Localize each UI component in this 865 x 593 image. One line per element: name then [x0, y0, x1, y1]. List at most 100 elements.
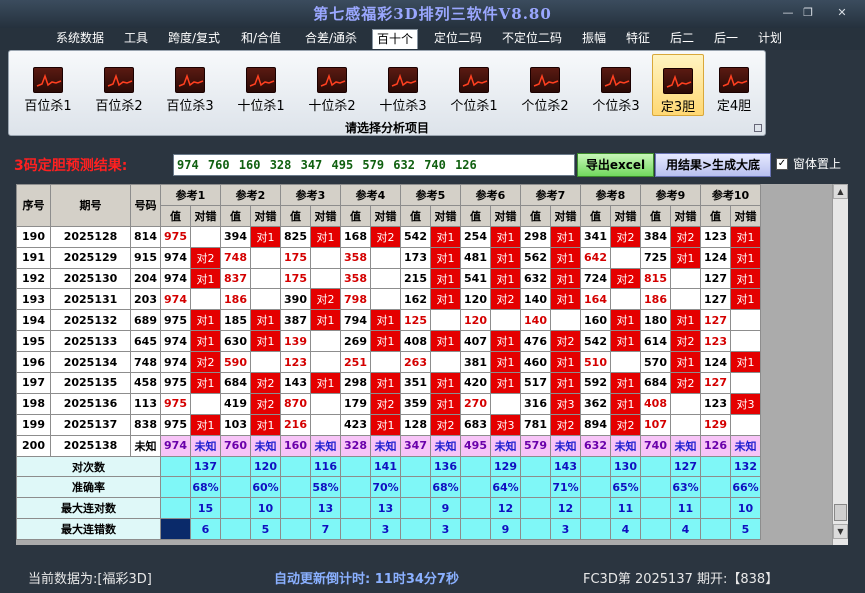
row-seq: 194 [16, 309, 51, 332]
ref-value: 126 [700, 434, 731, 457]
summary-value: 66% [730, 476, 761, 499]
ref-value: 127 [700, 267, 731, 290]
summary-value: 5 [250, 518, 281, 541]
table-row[interactable]: 199 2025137 838 975 对1 103 对1 216 423 对1 128 对2 683 对… [16, 413, 761, 436]
menu-item[interactable]: 不定位二码 [497, 29, 567, 49]
ref-check [730, 372, 761, 394]
ribbon-button[interactable]: 百位杀1 [15, 54, 81, 116]
export-excel-button[interactable]: 导出excel [577, 153, 654, 177]
menu-item[interactable]: 后一 [710, 29, 742, 49]
menu-item[interactable]: 跨度/复式 [163, 29, 225, 49]
row-period: 2025136 [50, 392, 131, 415]
ref-status: 未知 [610, 434, 641, 457]
summary-value: 65% [610, 476, 641, 499]
summary-value: 70% [370, 476, 401, 499]
table-row[interactable]: 193 2025131 203 974 186 390 对2 798 162 对1 120 对2 140… [16, 288, 761, 311]
generate-base-button[interactable]: 用结果>生成大底 [655, 153, 771, 177]
summary-blank [280, 455, 311, 478]
restore-icon[interactable]: ❐ [796, 5, 820, 21]
header-check: 对错 [190, 204, 221, 227]
summary-value: 60% [250, 476, 281, 499]
summary-blank [400, 518, 431, 541]
row-seq: 199 [16, 413, 51, 436]
scroll-down-icon[interactable]: ▼ [833, 524, 848, 539]
window-on-top-checkbox[interactable]: ✓ 窗体置上 [776, 155, 841, 172]
header-code: 号码 [130, 184, 161, 227]
summary-blank [640, 518, 671, 541]
menu-item[interactable]: 合差/通杀 [300, 29, 362, 49]
table-row[interactable]: 190 2025128 814 975 394 对1 825 对1 168 对2 542 对1 254 对… [16, 225, 761, 248]
ribbon-button[interactable]: 定4胆 [707, 54, 761, 116]
ref-value: 974 [160, 267, 191, 290]
ribbon-button[interactable]: 个位杀2 [512, 54, 578, 116]
menu-item[interactable]: 计划 [754, 29, 786, 49]
ribbon-button[interactable]: 十位杀2 [299, 54, 365, 116]
ref-status: 未知 [730, 434, 761, 457]
ref-value: 124 [700, 351, 731, 374]
current-row[interactable]: 200 2025138 未知 974 未知 760 未知 160 未知 328 未知 347 未知 495… [16, 434, 761, 457]
scroll-up-icon[interactable]: ▲ [833, 184, 848, 199]
ribbon-button[interactable]: 个位杀1 [441, 54, 507, 116]
table-row[interactable]: 192 2025130 204 974 对1 837 175 358 215 对1 541 对1 632… [16, 267, 761, 290]
close-icon[interactable]: ✕ [830, 5, 854, 21]
table-row[interactable]: 191 2025129 915 974 对2 748 175 358 173 对1 481 对1 562… [16, 246, 761, 269]
menu-item[interactable]: 百十个 [372, 29, 418, 49]
summary-blank [220, 497, 251, 520]
prediction-result-field[interactable]: 974 760 160 328 347 495 579 632 740 126 [173, 154, 575, 176]
ref-check: 对1 [490, 225, 521, 248]
ref-check: 对1 [610, 309, 641, 332]
checkbox-check-icon[interactable]: ✓ [776, 157, 788, 170]
ref-check: 对3 [550, 392, 581, 415]
ref-check: 对1 [550, 246, 581, 269]
summary-blank [340, 497, 371, 520]
menu-item[interactable]: 定位二码 [430, 29, 486, 49]
table-row[interactable]: 195 2025133 645 974 对1 630 对1 139 269 对1 408 对1 407 对… [16, 330, 761, 353]
menu-item[interactable]: 和/合值 [237, 29, 285, 49]
ribbon-button[interactable]: 百位杀2 [86, 54, 152, 116]
row-code: 203 [130, 288, 161, 311]
ref-check: 对1 [310, 372, 341, 394]
ref-value: 870 [280, 392, 311, 415]
ref-value: 632 [580, 434, 611, 457]
menu-item[interactable]: 工具 [121, 29, 151, 49]
ref-value: 123 [700, 225, 731, 248]
table-row[interactable]: 198 2025136 113 975 419 对2 870 179 对2 359 对1 270 316… [16, 392, 761, 415]
ref-status: 未知 [190, 434, 221, 457]
ref-check [670, 288, 701, 311]
table-row[interactable]: 197 2025135 458 975 对1 684 对2 143 对1 298 对1 351 对1 42… [16, 372, 761, 394]
table-row[interactable]: 196 2025134 748 974 对2 590 123 251 263 381 对1 460 对1… [16, 351, 761, 374]
ref-value: 251 [340, 351, 371, 374]
summary-value: 15 [190, 497, 221, 520]
ref-check: 对1 [430, 225, 461, 248]
ref-value: 140 [520, 288, 551, 311]
ref-value: 269 [340, 330, 371, 353]
menu-item[interactable]: 后二 [666, 29, 698, 49]
summary-value: 11 [610, 497, 641, 520]
ribbon-button[interactable]: 十位杀1 [228, 54, 294, 116]
ref-value: 740 [640, 434, 671, 457]
ref-value: 160 [280, 434, 311, 457]
summary-blank [580, 476, 611, 499]
row-period: 2025129 [50, 246, 131, 269]
ref-status: 未知 [370, 434, 401, 457]
scroll-thumb[interactable] [834, 504, 847, 521]
ref-check [250, 246, 281, 269]
menu-item[interactable]: 特征 [622, 29, 654, 49]
ribbon-button[interactable]: 定3胆 [652, 54, 704, 116]
ribbon-button[interactable]: 十位杀3 [370, 54, 436, 116]
vertical-scrollbar[interactable]: ▲ ▼ [832, 184, 848, 545]
ref-check [610, 288, 641, 311]
summary-blank [220, 455, 251, 478]
table-row[interactable]: 194 2025132 689 975 对1 185 对1 387 对1 794 对1 125 120 1… [16, 309, 761, 332]
ref-value: 254 [460, 225, 491, 248]
ribbon-button[interactable]: 百位杀3 [157, 54, 223, 116]
ribbon-expand-icon[interactable] [754, 124, 762, 132]
row-seq: 200 [16, 434, 51, 457]
menu-item[interactable]: 振幅 [578, 29, 610, 49]
ref-value: 125 [400, 309, 431, 332]
ribbon-panel: 请选择分析项目 百位杀1 百位杀2 百位杀3 十位杀1 十位杀2 十位杀3 个位杀1 个位杀2… [8, 50, 766, 136]
menu-item[interactable]: 系统数据 [55, 29, 105, 49]
summary-value: 116 [310, 455, 341, 478]
ribbon-button[interactable]: 个位杀3 [583, 54, 649, 116]
summary-blank [640, 455, 671, 478]
